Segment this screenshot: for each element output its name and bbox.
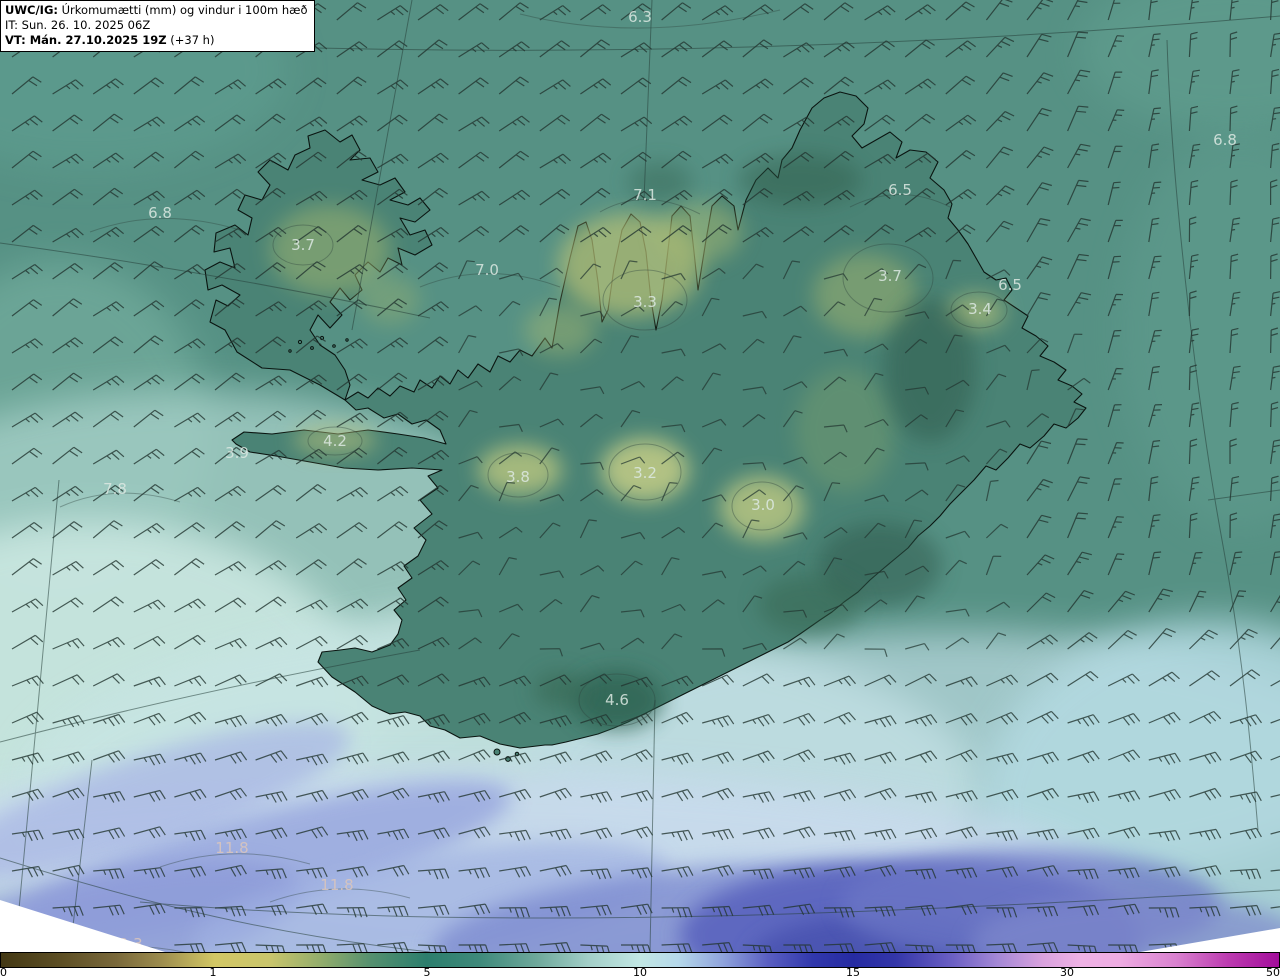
valid-time: VT: Mán. 27.10.2025 19Z — [5, 33, 167, 47]
precip-label: 7.8 — [103, 480, 127, 498]
colorbar: 01510153050 — [0, 952, 1280, 978]
precip-label: 3.0 — [751, 496, 775, 514]
colorbar-tick: 15 — [846, 967, 860, 978]
product-title: Úrkomumætti (mm) og vindur i 100m hæð — [58, 3, 308, 17]
precip-label: 3.7 — [878, 267, 902, 285]
precip-label: 3.4 — [968, 300, 992, 318]
precip-label: 11.8 — [320, 876, 353, 894]
precip-label: 3.7 — [291, 236, 315, 254]
precip-label: 11.8 — [215, 839, 248, 857]
product-label: UWC/IG: — [5, 3, 58, 17]
colorbar-tick: 50 — [1266, 967, 1280, 978]
precip-label: 6.5 — [888, 181, 912, 199]
title-line-init: IT: Sun. 26. 10. 2025 06Z — [5, 18, 308, 33]
precip-label: 7.1 — [633, 186, 657, 204]
precip-label: 6.8 — [1213, 131, 1237, 149]
title-line-product: UWC/IG: Úrkomumætti (mm) og vindur i 100… — [5, 3, 308, 18]
valid-time-suffix: (+37 h) — [167, 33, 215, 47]
precip-label: 6.3 — [628, 8, 652, 26]
title-line-valid: VT: Mán. 27.10.2025 19Z (+37 h) — [5, 33, 308, 48]
precip-label: 6.5 — [998, 276, 1022, 294]
colorbar-tick: 1 — [210, 967, 217, 978]
precip-label: 6.8 — [148, 204, 172, 222]
precip-label: 7.0 — [475, 261, 499, 279]
weather-map-app: 6.3 6.8 6.8 3.7 7.1 6.5 7.0 3.3 3.7 6.5 3.4 4.2 3.9 7… — [0, 0, 1280, 978]
weather-map-canvas: 6.3 6.8 6.8 3.7 7.1 6.5 7.0 3.3 3.7 6.5 3.4 4.2 3.9 7… — [0, 0, 1280, 952]
precip-label: 3.3 — [633, 293, 657, 311]
colorbar-tick: 0 — [0, 967, 7, 978]
precip-label: 4.2 — [323, 432, 347, 450]
init-time: IT: Sun. 26. 10. 2025 06Z — [5, 18, 150, 32]
colorbar-ticks: 01510153050 — [0, 967, 1280, 978]
precip-label: 3.2 — [633, 464, 657, 482]
colorbar-tick: 10 — [633, 967, 647, 978]
precip-label: 4.6 — [605, 691, 629, 709]
title-box: UWC/IG: Úrkomumætti (mm) og vindur i 100… — [0, 0, 315, 52]
precip-label: 3.9 — [225, 444, 249, 462]
colorbar-tick: 5 — [424, 967, 431, 978]
colorbar-tick: 30 — [1060, 967, 1074, 978]
precip-label: 3.8 — [506, 468, 530, 486]
